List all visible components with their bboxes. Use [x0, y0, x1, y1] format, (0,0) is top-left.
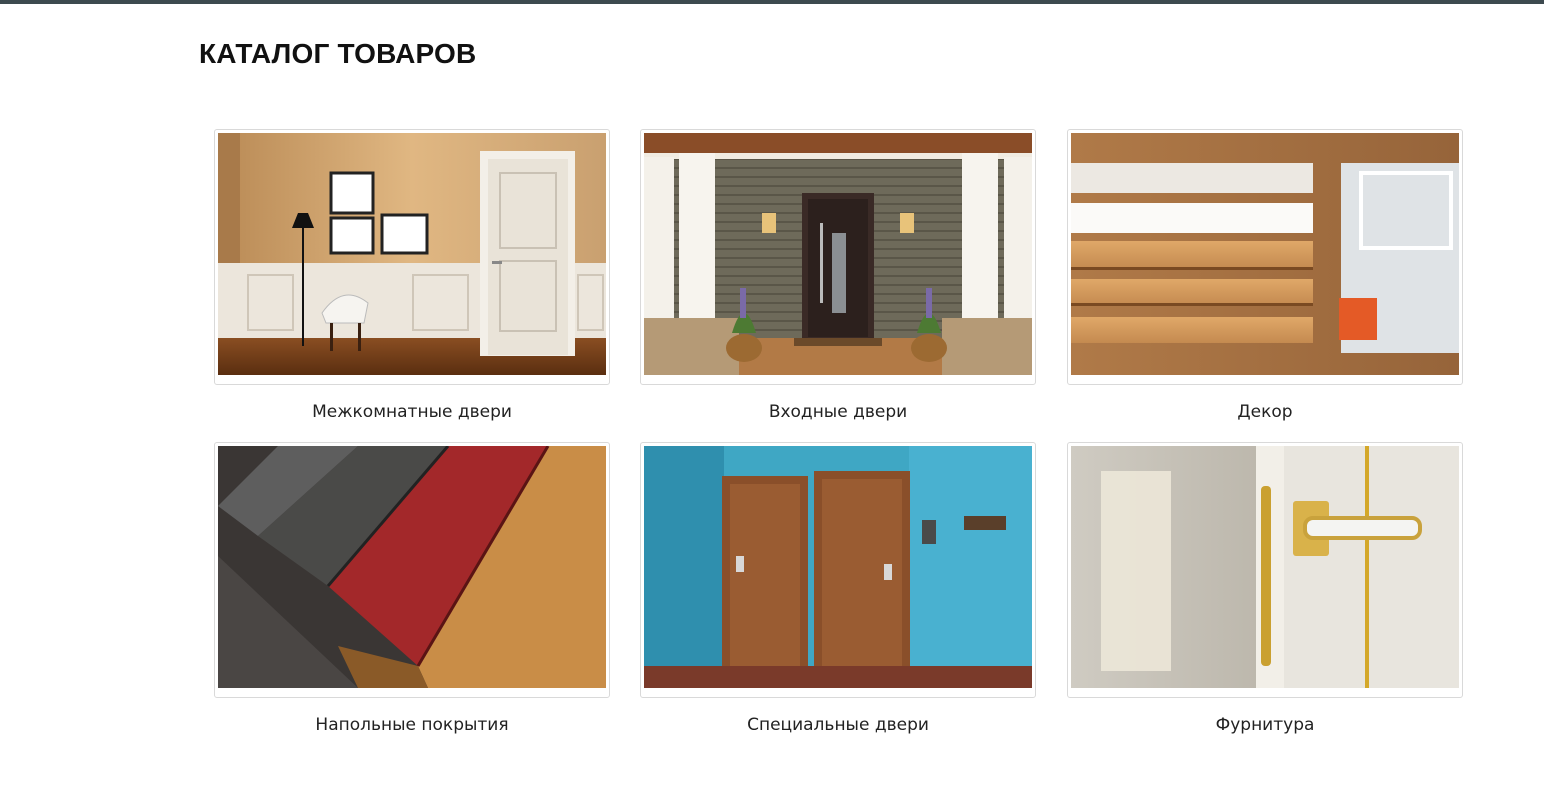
catalog-card-special-doors[interactable]: Специальные двери [640, 442, 1036, 735]
catalog-card-decor[interactable]: Декор [1067, 129, 1463, 422]
catalog-card-label: Фурнитура [1215, 715, 1315, 735]
decor-moulding-photo [1071, 133, 1459, 375]
entrance-door-photo [644, 133, 1032, 375]
catalog-card-label: Напольные покрытия [315, 715, 509, 735]
catalog-card-label: Декор [1237, 402, 1293, 422]
catalog-card-label: Межкомнатные двери [312, 402, 512, 422]
door-handle-photo [1071, 446, 1459, 688]
catalog-card-entrance-doors[interactable]: Входные двери [640, 129, 1036, 422]
catalog-card-image-frame [1067, 129, 1463, 385]
catalog-card-label: Специальные двери [747, 715, 929, 735]
catalog-card-hardware[interactable]: Фурнитура [1067, 442, 1463, 735]
catalog-card-image-frame [640, 442, 1036, 698]
special-doors-photo [644, 446, 1032, 688]
catalog-card-label: Входные двери [768, 402, 908, 422]
flooring-planks-photo [218, 446, 606, 688]
top-accent-bar [0, 0, 1544, 4]
catalog-card-flooring[interactable]: Напольные покрытия [214, 442, 610, 735]
catalog-card-image-frame [640, 129, 1036, 385]
catalog-card-image-frame [214, 442, 610, 698]
catalog-card-image-frame [214, 129, 610, 385]
catalog-card-image-frame [1067, 442, 1463, 698]
catalog-card-interior-doors[interactable]: Межкомнатные двери [214, 129, 610, 422]
page-title: КАТАЛОГ ТОВАРОВ [199, 38, 477, 69]
interior-door-photo [218, 133, 606, 375]
